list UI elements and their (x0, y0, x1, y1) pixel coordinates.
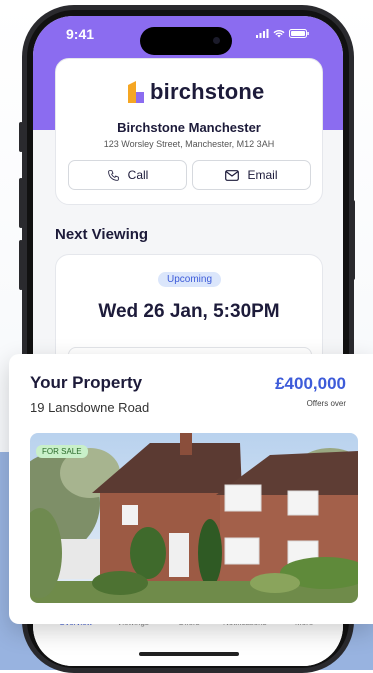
signal-icon (256, 29, 269, 38)
viewing-status-badge: Upcoming (158, 272, 222, 287)
property-title: Your Property (30, 373, 143, 392)
for-sale-badge: FOR SALE (36, 445, 88, 458)
phone-side-button (19, 240, 23, 290)
phone-icon (107, 169, 119, 181)
office-address: 123 Worsley Street, Manchester, M12 3AH (103, 139, 275, 149)
brand-wordmark: birchstone (150, 79, 265, 104)
agent-card: birchstone Birchstone Manchester 123 Wor… (55, 58, 323, 205)
phone-side-button (351, 200, 355, 280)
next-viewing-heading: Next Viewing (55, 226, 149, 243)
office-name: Birchstone Manchester (117, 120, 261, 135)
price-qualifier: Offers over (306, 399, 346, 408)
call-button[interactable]: Call (68, 160, 187, 190)
home-indicator (139, 652, 239, 656)
dynamic-island (140, 27, 232, 55)
phone-side-button (19, 178, 23, 228)
email-label: Email (247, 168, 278, 182)
call-label: Call (127, 168, 149, 182)
status-bar: 9:41 (33, 16, 343, 56)
house-image (30, 433, 358, 603)
phone-side-button (19, 122, 23, 152)
property-card[interactable]: Your Property 19 Lansdowne Road £400,000… (9, 354, 373, 624)
status-time: 9:41 (66, 26, 95, 42)
camera-icon (213, 37, 220, 44)
property-photo: FOR SALE (30, 433, 358, 603)
wifi-icon (273, 30, 285, 38)
property-address: 19 Lansdowne Road (30, 400, 150, 415)
mail-icon (225, 169, 240, 181)
battery-icon (289, 29, 309, 38)
viewing-date: Wed 26 Jan, 5:30PM (98, 301, 280, 322)
property-price: £400,000 (275, 374, 346, 393)
birchstone-logo-icon (128, 81, 144, 103)
email-button[interactable]: Email (192, 160, 311, 190)
brand-logo: birchstone (128, 79, 264, 105)
status-icons (256, 29, 309, 38)
